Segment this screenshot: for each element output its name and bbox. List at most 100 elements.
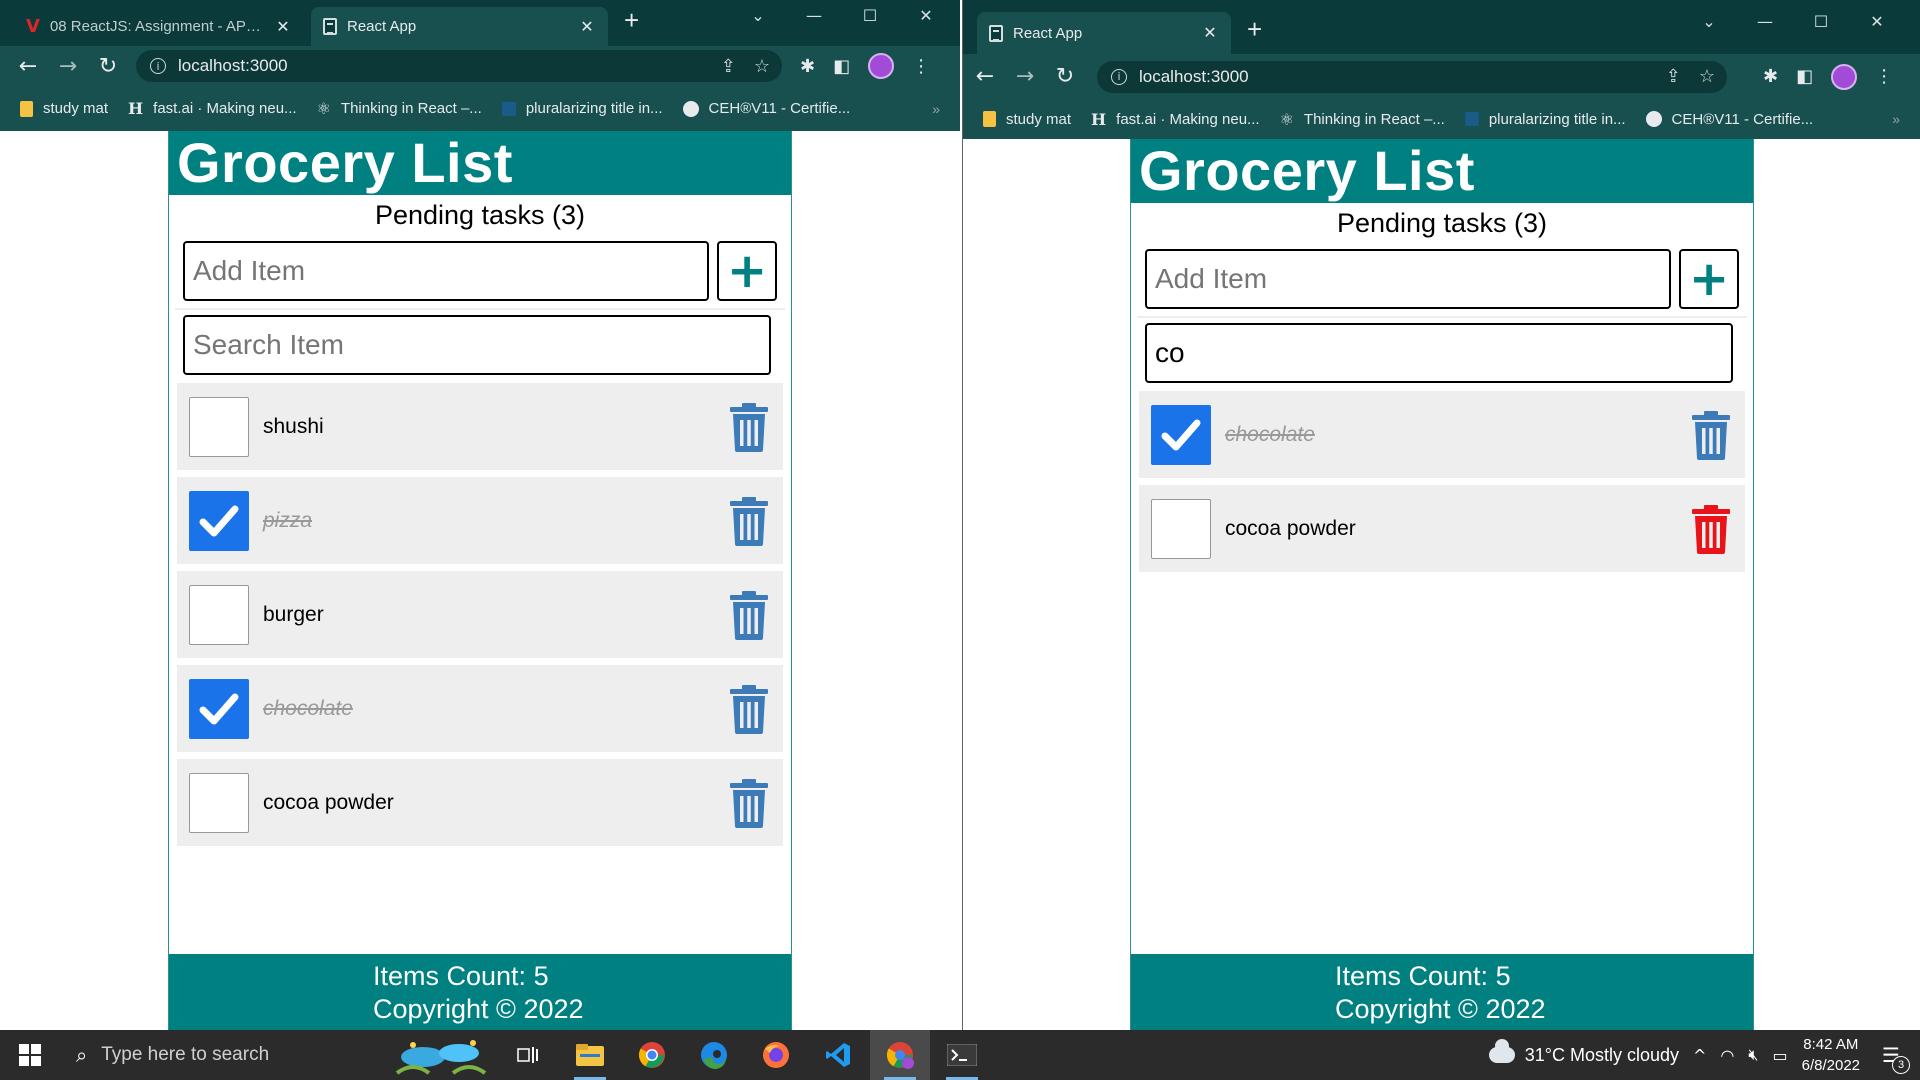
item-label[interactable]: burger	[263, 603, 727, 627]
extensions-puzzle-icon[interactable]: ✱	[800, 56, 815, 77]
trash-icon[interactable]	[727, 402, 771, 452]
new-tab-button[interactable]: +	[1247, 14, 1262, 45]
chevron-up-icon[interactable]: ^	[1693, 1046, 1706, 1065]
tab-assignment[interactable]: V 08 ReactJS: Assignment - API anc ✕	[14, 7, 304, 46]
new-tab-button[interactable]: +	[624, 5, 639, 36]
edge-icon[interactable]	[684, 1030, 744, 1080]
item-label[interactable]: chocolate	[1225, 423, 1689, 447]
close-window-button[interactable]: ✕	[898, 0, 954, 30]
url-text: localhost:3000	[178, 56, 288, 75]
start-button[interactable]	[0, 1030, 60, 1080]
wifi-icon[interactable]: ◠	[1720, 1046, 1734, 1065]
profile-avatar[interactable]	[1831, 63, 1858, 90]
volume-muted-icon[interactable]: 🔇︎	[1748, 1045, 1758, 1065]
address-bar[interactable]: i localhost:3000 ⇪ ☆	[1097, 60, 1727, 93]
item-label[interactable]: cocoa powder	[1225, 517, 1689, 541]
bookmark-fastai[interactable]: Hfast.ai · Making neu...	[128, 99, 297, 118]
close-window-button[interactable]: ✕	[1849, 6, 1905, 36]
add-item-input[interactable]	[183, 241, 710, 301]
side-panel-icon[interactable]: ◧	[1796, 66, 1813, 87]
trash-icon[interactable]	[727, 590, 771, 640]
chrome-profile-icon[interactable]	[870, 1030, 930, 1080]
maximize-button[interactable]: ☐	[1793, 6, 1849, 36]
browser-window-right: React App ✕ + ⌄ — ☐ ✕ ← → ↻ i localhost:…	[962, 0, 1920, 1030]
terminal-icon[interactable]	[932, 1030, 992, 1080]
reload-icon[interactable]: ↻	[1045, 64, 1085, 89]
window-controls: ⌄ — ☐ ✕	[1681, 6, 1905, 36]
bookmark-study-mat[interactable]: study mat	[20, 100, 108, 117]
more-bookmarks-icon[interactable]: »	[932, 101, 940, 117]
trash-icon[interactable]	[1689, 410, 1733, 460]
trash-icon[interactable]	[727, 496, 771, 546]
bookmark-ceh[interactable]: CEH®V11 - Certifie...	[682, 100, 850, 117]
close-tab-icon[interactable]: ✕	[274, 17, 292, 37]
share-icon[interactable]: ⇪	[1666, 66, 1681, 87]
task-view-icon[interactable]	[498, 1030, 558, 1080]
tab-react-app[interactable]: React App ✕	[977, 12, 1231, 54]
chrome-icon[interactable]	[622, 1030, 682, 1080]
item-label[interactable]: cocoa powder	[263, 791, 727, 815]
info-icon[interactable]: i	[1111, 68, 1127, 85]
search-item-input[interactable]	[1145, 323, 1733, 383]
add-item-button[interactable]: +	[1679, 249, 1739, 309]
address-bar[interactable]: i localhost:3000 ⇪ ☆	[136, 50, 782, 82]
star-icon[interactable]: ☆	[754, 56, 770, 77]
info-icon[interactable]: i	[150, 58, 166, 74]
clock[interactable]: 8:42 AM 6/8/2022	[1802, 1034, 1860, 1076]
tab-search-icon[interactable]: ⌄	[730, 0, 786, 30]
display-icon[interactable]: ▭	[1772, 1046, 1787, 1065]
star-icon[interactable]: ☆	[1699, 66, 1715, 87]
bookmark-fastai[interactable]: Hfast.ai · Making neu...	[1091, 110, 1260, 129]
forward-arrow-icon[interactable]: →	[48, 54, 88, 79]
vscode-icon[interactable]	[808, 1030, 868, 1080]
close-tab-icon[interactable]: ✕	[578, 17, 596, 37]
bookmark-thinking-in-react[interactable]: ⚛ Thinking in React –...	[1280, 110, 1445, 129]
weather-widget[interactable]: 31°C Mostly cloudy	[1488, 1039, 1679, 1066]
minimize-button[interactable]: —	[1737, 6, 1793, 36]
item-label[interactable]: shushi	[263, 415, 727, 439]
trash-icon[interactable]	[727, 684, 771, 734]
bookmark-thinking-in-react[interactable]: ⚛ Thinking in React –...	[317, 99, 482, 118]
bookmark-ceh[interactable]: CEH®V11 - Certifie...	[1645, 111, 1813, 128]
bookmark-pluralarizing[interactable]: pluralarizing title in...	[1464, 111, 1626, 128]
item-label[interactable]: pizza	[263, 509, 727, 533]
reload-icon[interactable]: ↻	[88, 54, 128, 79]
item-checkbox[interactable]	[1151, 404, 1211, 465]
tab-react-app[interactable]: React App ✕	[311, 7, 608, 46]
menu-dots-icon[interactable]: ⋮	[912, 56, 930, 77]
item-label[interactable]: chocolate	[263, 697, 727, 721]
trash-icon[interactable]	[1689, 504, 1733, 554]
maximize-button[interactable]: ☐	[842, 0, 898, 30]
firefox-icon[interactable]	[746, 1030, 806, 1080]
taskbar: ⌕ Type here to search 31°C Mostly cloudy…	[0, 1030, 1920, 1080]
item-checkbox[interactable]	[189, 396, 249, 457]
item-checkbox[interactable]	[189, 772, 249, 833]
browser-toolbar: ← → ↻ i localhost:3000 ⇪ ☆ ✱ ◧ ⋮	[0, 46, 960, 86]
forward-arrow-icon[interactable]: →	[1005, 64, 1045, 89]
minimize-button[interactable]: —	[786, 0, 842, 30]
add-item-button[interactable]: +	[717, 241, 777, 301]
v-logo-icon: V	[26, 16, 40, 37]
profile-avatar[interactable]	[868, 53, 895, 79]
item-checkbox[interactable]	[189, 678, 249, 739]
bookmark-study-mat[interactable]: study mat	[983, 111, 1071, 128]
notification-center-icon[interactable]: ☰ 3	[1874, 1038, 1910, 1074]
file-explorer-icon[interactable]	[560, 1030, 620, 1080]
add-item-form: +	[169, 241, 791, 301]
trash-icon[interactable]	[727, 778, 771, 828]
back-arrow-icon[interactable]: ←	[8, 54, 48, 79]
tab-search-icon[interactable]: ⌄	[1681, 6, 1737, 36]
search-item-input[interactable]	[183, 315, 771, 375]
item-checkbox[interactable]	[1151, 498, 1211, 559]
item-checkbox[interactable]	[189, 584, 249, 645]
bookmark-pluralarizing[interactable]: pluralarizing title in...	[501, 100, 663, 117]
item-checkbox[interactable]	[189, 490, 249, 551]
close-tab-icon[interactable]: ✕	[1201, 23, 1219, 43]
menu-dots-icon[interactable]: ⋮	[1875, 66, 1893, 87]
more-bookmarks-icon[interactable]: »	[1892, 111, 1900, 127]
side-panel-icon[interactable]: ◧	[833, 56, 850, 77]
back-arrow-icon[interactable]: ←	[965, 64, 1005, 89]
add-item-input[interactable]	[1145, 249, 1672, 309]
share-icon[interactable]: ⇪	[721, 56, 736, 77]
extensions-puzzle-icon[interactable]: ✱	[1763, 66, 1778, 87]
